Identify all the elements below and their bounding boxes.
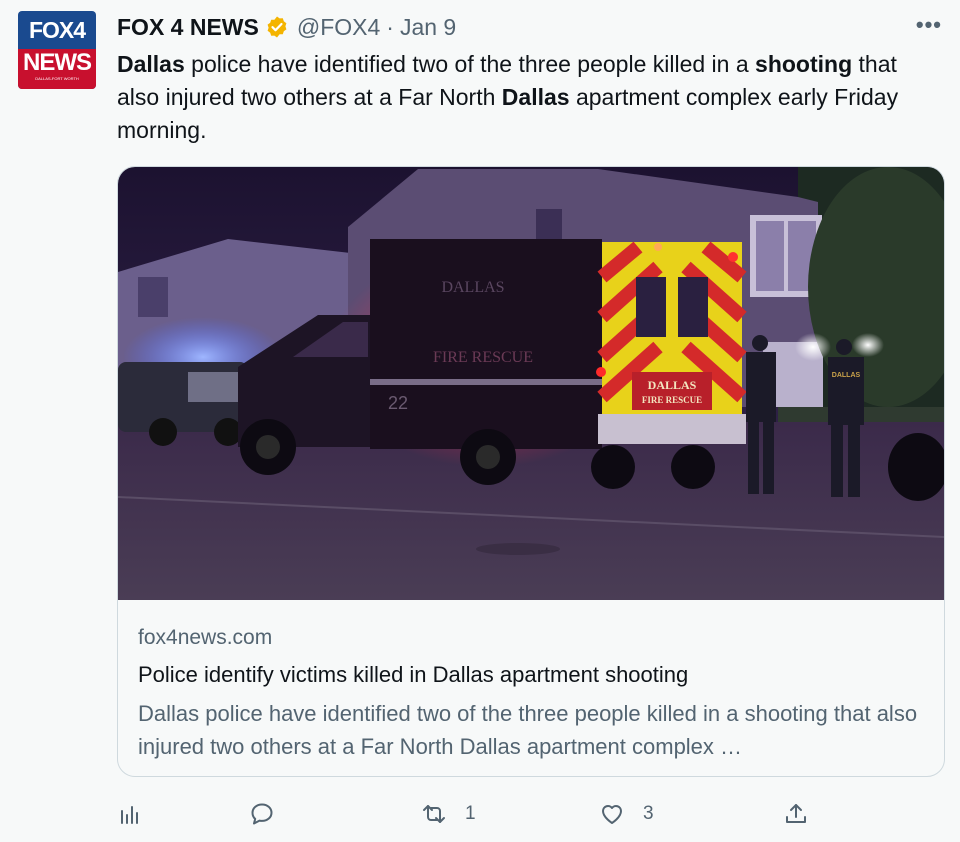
- tweet-text: Dallas police have identified two of the…: [117, 48, 937, 147]
- avatar-news-text: NEWS: [23, 49, 92, 76]
- link-card[interactable]: DALLAS FIRE RESCUE 22 DALLAS FIRE RESCUE: [117, 166, 945, 777]
- card-meta: fox4news.com Police identify victims kil…: [138, 625, 928, 763]
- separator-dot: ·: [386, 13, 394, 40]
- truck-rear-text-2: FIRE RESCUE: [642, 395, 702, 405]
- retweet-count: 1: [465, 803, 476, 824]
- action-bar: 1 3: [117, 796, 817, 832]
- reply-icon: [251, 803, 273, 825]
- truck-side-text: FIRE RESCUE: [433, 349, 533, 366]
- officer-text: DALLAS: [832, 372, 861, 379]
- avatar-fox4-text: FOX4: [28, 17, 86, 43]
- analytics-button[interactable]: [117, 796, 143, 832]
- tweet-text-keyword[interactable]: Dallas: [117, 51, 185, 77]
- card-title: Police identify victims killed in Dallas…: [138, 662, 689, 687]
- share-button[interactable]: [783, 796, 809, 832]
- analytics-icon: [121, 806, 138, 824]
- account-name[interactable]: FOX 4 NEWS: [117, 14, 259, 41]
- verified-badge-icon: [267, 16, 287, 38]
- avatar[interactable]: FOX4 NEWS DALLAS-FORT WORTH: [18, 11, 96, 89]
- heart-icon: [602, 805, 622, 824]
- tweet-date[interactable]: Jan 9: [400, 14, 456, 41]
- avatar-news-banner: NEWS DALLAS-FORT WORTH: [18, 49, 96, 89]
- card-description: Dallas police have identified two of the…: [138, 701, 918, 759]
- unit-number: 22: [388, 393, 408, 413]
- tweet-text-keyword[interactable]: Dallas: [502, 84, 570, 110]
- like-count: 3: [643, 803, 654, 824]
- truck-rear-text-1: DALLAS: [648, 378, 697, 392]
- truck-text: DALLAS: [441, 279, 504, 296]
- avatar-sub-text: DALLAS-FORT WORTH: [35, 76, 79, 81]
- reply-button[interactable]: [249, 796, 275, 832]
- tweet-text-segment: police have identified two of the three …: [184, 51, 756, 77]
- card-image: DALLAS FIRE RESCUE 22 DALLAS FIRE RESCUE: [118, 167, 944, 600]
- account-handle[interactable]: @FOX4: [297, 14, 380, 41]
- retweet-button[interactable]: 1: [421, 796, 476, 832]
- card-domain: fox4news.com: [138, 626, 273, 649]
- more-options-icon[interactable]: •••: [916, 12, 942, 38]
- retweet-icon: [423, 805, 445, 823]
- like-button[interactable]: 3: [599, 796, 654, 832]
- share-icon: [786, 804, 806, 823]
- tweet-header: FOX 4 NEWS @FOX4 · Jan 9: [117, 13, 456, 41]
- tweet-text-keyword[interactable]: shooting: [755, 51, 852, 77]
